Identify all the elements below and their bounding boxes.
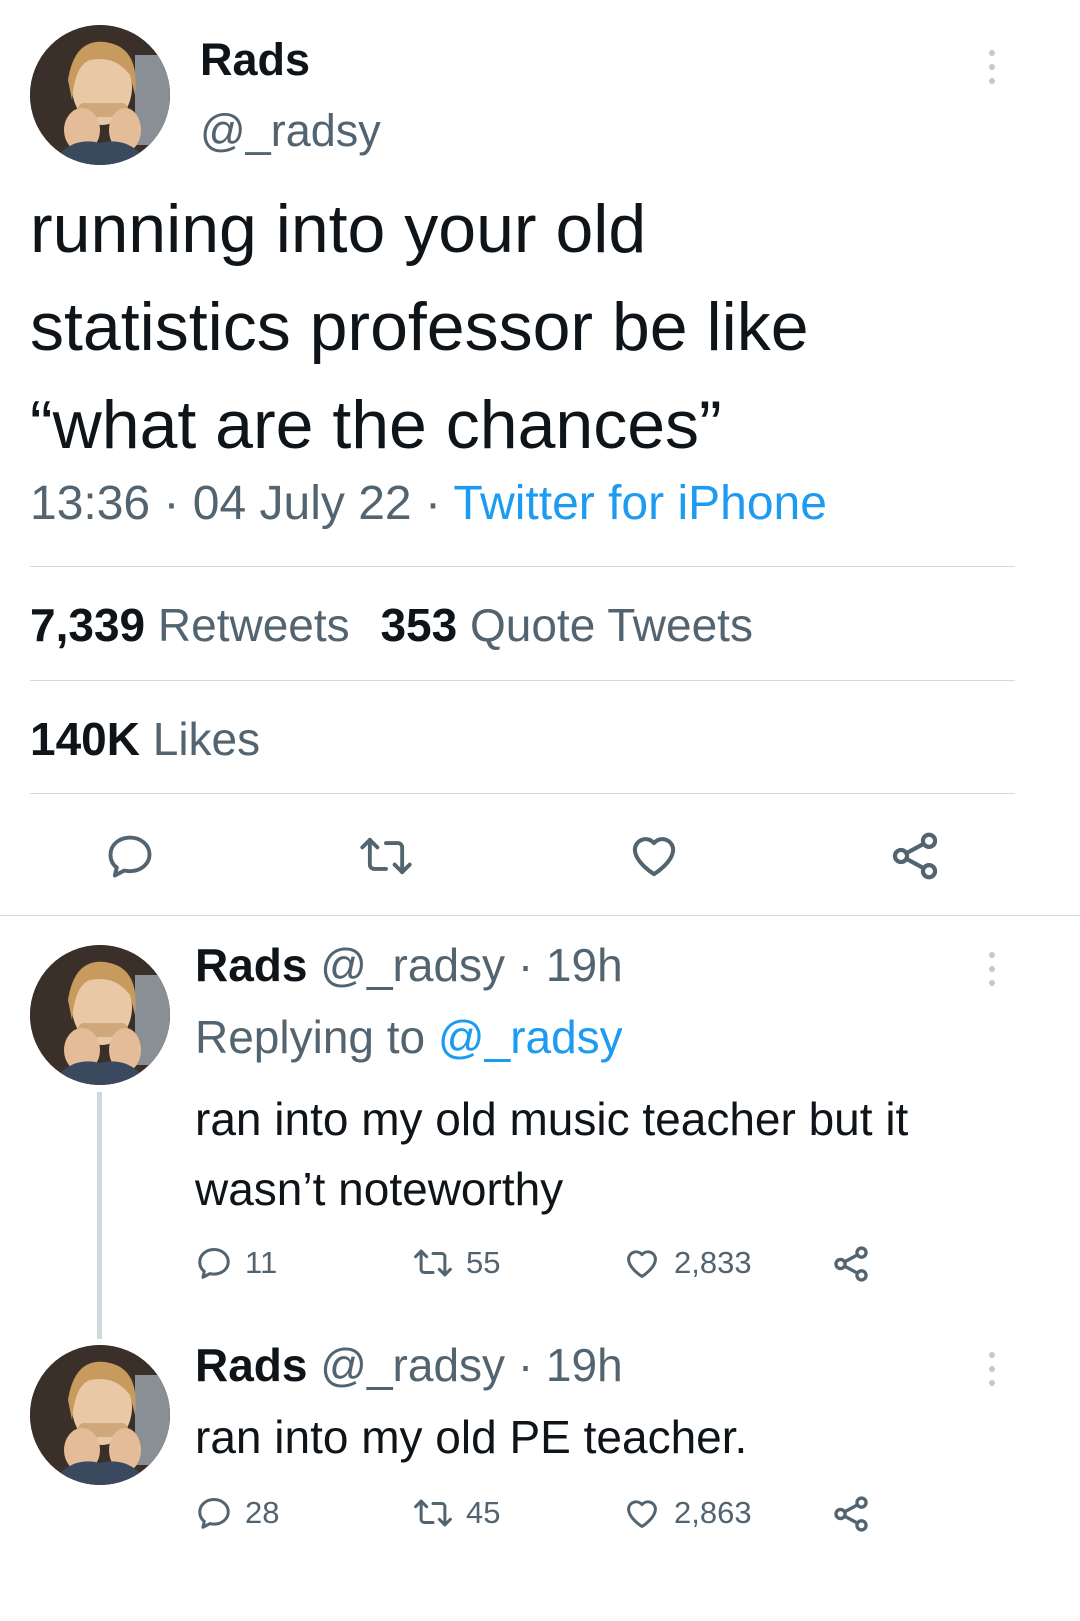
reply-icon[interactable] [104,830,156,882]
more-options-icon[interactable] [986,952,998,986]
likes-link[interactable]: 140K Likes [30,712,260,766]
tweet-text-line: statistics professor be like [30,289,809,365]
thread-line [97,1092,102,1339]
tweet-date[interactable]: 04 July 22 [193,477,412,530]
reply-text-line: ran into my old PE teacher. [195,1411,748,1463]
retweets-count: 7,339 [30,599,146,651]
engagement-stats: 7,339 Retweets 353 Quote Tweets [30,598,753,652]
retweet-icon[interactable] [358,830,414,882]
reply-author-handle[interactable]: @_radsy [320,1339,505,1391]
divider [30,793,1015,794]
reply-text: ran into my old PE teacher. [195,1402,747,1472]
reply-icon [198,1248,230,1279]
likes-label: Likes [152,713,261,765]
retweet-icon [414,1249,452,1277]
tweet-time[interactable]: 13:36 [30,477,150,530]
tweet-text: running into your old statistics profess… [30,180,809,474]
tweet-meta: 13:36 · 04 July 22 · Twitter for iPhone [30,476,827,531]
reply-icon [198,1498,230,1529]
retweet-action[interactable]: 45 [412,1494,500,1532]
reply-text: ran into my old music teacher but it was… [195,1084,908,1224]
author-handle[interactable]: @_radsy [200,105,381,157]
like-count: 2,863 [674,1495,752,1530]
tweet-source-link[interactable]: Twitter for iPhone [453,477,827,530]
like-icon[interactable] [626,828,682,882]
divider [30,680,1015,681]
share-icon[interactable] [830,1243,872,1285]
reply-age[interactable]: · 19h [518,1339,623,1391]
like-count: 2,833 [674,1245,752,1280]
like-icon [627,1250,657,1278]
more-options-icon[interactable] [986,50,998,84]
like-icon [627,1500,657,1528]
quotes-count: 353 [380,599,458,651]
reply-count: 11 [245,1245,278,1280]
likes-count: 140K [30,713,140,765]
avatar[interactable] [30,1345,170,1485]
avatar[interactable] [30,945,170,1085]
reply-header: Rads @_radsy · 19h [195,1338,623,1392]
retweet-action[interactable]: 55 [412,1244,500,1282]
reply-author-name[interactable]: Rads [195,1339,307,1391]
meta-separator: · [163,477,180,530]
like-action[interactable]: 2,863 [622,1494,752,1532]
reply-text-line: ran into my old music teacher but it [195,1093,909,1145]
replying-to-handle[interactable]: @_radsy [438,1011,623,1063]
reply-action[interactable]: 11 [195,1244,277,1282]
section-divider [0,915,1080,916]
reply-action[interactable]: 28 [195,1494,279,1532]
avatar[interactable] [30,25,170,165]
tweet-text-line: “what are the chances” [30,387,722,463]
divider [30,566,1015,567]
reply-count: 28 [245,1495,280,1530]
more-options-icon[interactable] [986,1352,998,1386]
share-icon[interactable] [887,828,943,884]
quotes-label: Quote Tweets [469,599,753,651]
share-icon[interactable] [830,1493,872,1535]
reply-author-name[interactable]: Rads [195,939,307,991]
reply-author-handle[interactable]: @_radsy [320,939,505,991]
reply-text-line: wasn’t noteworthy [195,1163,564,1215]
tweet-text-line: running into your old [30,191,647,267]
retweets-label: Retweets [157,599,350,651]
replying-to: Replying to @_radsy [195,1010,623,1064]
replying-to-label: Replying to [195,1011,426,1063]
author-name[interactable]: Rads [200,34,310,86]
retweet-icon [414,1499,452,1527]
retweet-count: 45 [466,1495,501,1530]
retweets-link[interactable]: 7,339 Retweets [30,599,362,651]
retweet-count: 55 [466,1245,501,1280]
reply-age[interactable]: · 19h [518,939,623,991]
like-action[interactable]: 2,833 [622,1244,752,1282]
reply-header: Rads @_radsy · 19h [195,938,623,992]
quotes-link[interactable]: 353 Quote Tweets [380,599,753,651]
meta-separator: · [424,477,441,530]
